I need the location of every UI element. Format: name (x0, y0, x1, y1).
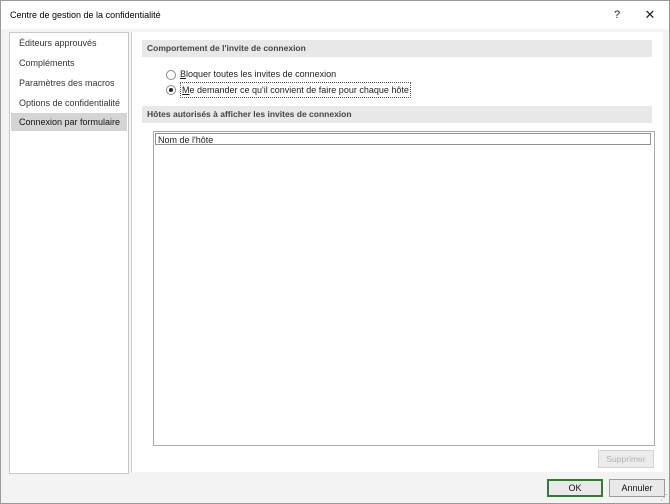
sidebar-item-privacy-options[interactable]: Options de confidentialité (11, 94, 127, 112)
trust-center-dialog: Centre de gestion de la confidentialité … (0, 0, 670, 504)
radio-label: Me demander ce qu'il convient de faire p… (180, 82, 411, 98)
radio-button-selected[interactable] (166, 85, 176, 95)
column-header-host-name[interactable]: Nom de l'hôte (155, 133, 651, 145)
radio-label-text: loquer toutes les invites de connexion (186, 69, 337, 79)
mnemonic-letter: M (182, 85, 190, 95)
title-bar: Centre de gestion de la confidentialité … (1, 1, 669, 29)
main-panel: Comportement de l'invite de connexion Bl… (131, 32, 663, 472)
section-heading-allowed-hosts: Hôtes autorisés à afficher les invites d… (142, 106, 652, 123)
close-icon[interactable]: ✕ (637, 5, 663, 25)
ok-button[interactable]: OK (547, 479, 603, 497)
help-button[interactable]: ? (604, 5, 630, 25)
radio-label: Bloquer toutes les invites de connexion (180, 67, 336, 81)
sidebar-item-trusted-publishers[interactable]: Éditeurs approuvés (11, 34, 127, 52)
dialog-title: Centre de gestion de la confidentialité (10, 10, 161, 20)
remove-button[interactable]: Supprimer (598, 450, 654, 468)
sidebar-item-macro-settings[interactable]: Paramètres des macros (11, 74, 127, 92)
radio-button[interactable] (166, 70, 176, 80)
sidebar-item-form-based-signin[interactable]: Connexion par formulaire (11, 113, 127, 131)
cancel-button[interactable]: Annuler (609, 479, 665, 497)
radio-label-text: e demander ce qu'il convient de faire po… (189, 85, 409, 95)
sidebar: Éditeurs approuvés Compléments Paramètre… (9, 32, 129, 474)
hosts-list[interactable]: Nom de l'hôte (153, 131, 655, 446)
resize-grip-icon[interactable]: ⋰ (660, 494, 668, 502)
section-heading-signin-behavior: Comportement de l'invite de connexion (142, 40, 652, 57)
sidebar-item-add-ins[interactable]: Compléments (11, 54, 127, 72)
